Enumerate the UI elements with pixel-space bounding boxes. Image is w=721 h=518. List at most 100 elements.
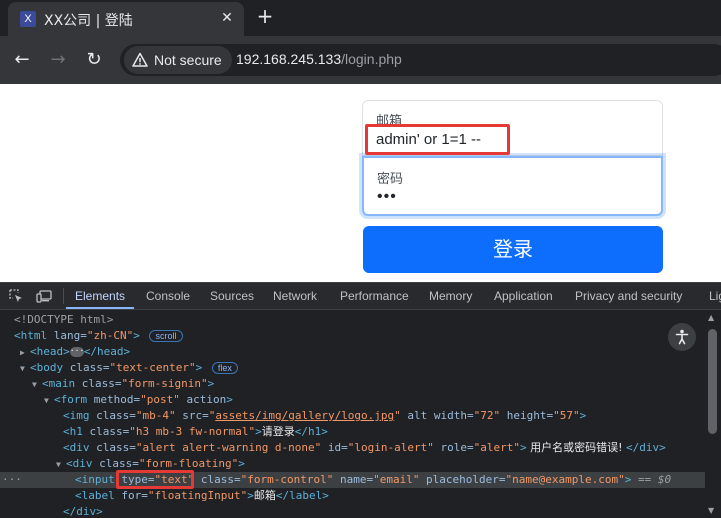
scroll-down-icon[interactable]: ▼ — [708, 506, 714, 515]
attr-name: class= — [75, 377, 122, 390]
doctype-node: <!DOCTYPE html> — [14, 313, 114, 326]
password-input-value[interactable]: ••• — [377, 188, 397, 206]
tag-name: <label — [75, 489, 115, 502]
attr-quote: " — [394, 409, 401, 422]
accessibility-button[interactable] — [668, 323, 696, 351]
collapsed-ellipsis-icon[interactable]: ··· — [69, 347, 84, 357]
dom-line[interactable]: <!DOCTYPE html> — [0, 312, 705, 328]
flex-badge[interactable]: flex — [211, 362, 238, 374]
scroll-thumb[interactable] — [708, 329, 717, 434]
reload-button[interactable]: ↻ — [82, 48, 106, 72]
attr-name: class= — [89, 409, 136, 422]
tab-privacy-security[interactable]: Privacy and security — [575, 289, 682, 303]
collapse-triangle-icon[interactable]: ▼ — [56, 457, 66, 473]
attr-name: class= — [194, 473, 241, 486]
attr-name: id= — [321, 441, 348, 454]
favicon-icon: X — [20, 11, 36, 27]
scroll-badge[interactable]: scroll — [149, 330, 183, 342]
back-button[interactable]: ← — [10, 48, 34, 72]
tab-memory[interactable]: Memory — [429, 289, 472, 303]
dom-line[interactable]: ▶ <head>···</head> — [0, 344, 705, 360]
tag-name: <body — [30, 361, 64, 374]
collapse-triangle-icon[interactable]: ▼ — [44, 393, 54, 409]
tag-name: <input — [75, 473, 115, 486]
dom-line[interactable]: <label for="floatingInput">邮箱</label> — [0, 488, 705, 504]
attr-value: "72" — [473, 409, 501, 422]
collapse-triangle-icon[interactable]: ▼ — [20, 361, 30, 377]
attr-value: "zh-CN" — [86, 329, 134, 342]
tag-end: > — [247, 489, 254, 502]
dom-line[interactable]: ▼ <body class="text-center"> flex — [0, 360, 705, 376]
dom-line[interactable]: </div> — [0, 504, 705, 518]
more-options-icon[interactable]: ··· — [2, 472, 22, 488]
forward-button[interactable]: → — [46, 48, 70, 72]
password-label: 密码 — [377, 172, 404, 187]
attr-value: "57" — [553, 409, 580, 422]
attr-name: class= — [92, 457, 139, 470]
tab-network[interactable]: Network — [273, 289, 317, 303]
tag-name: <main — [42, 377, 76, 390]
attr-name: class= — [89, 441, 136, 454]
security-indicator[interactable]: Not secure — [124, 46, 232, 74]
dom-line-selected[interactable]: ··· <input type="text" class="form-contr… — [0, 472, 705, 488]
tab-strip: X XX公司 | 登陆 ✕ + — [0, 0, 721, 36]
new-tab-button[interactable]: + — [254, 5, 276, 27]
text-node: 邮箱 — [253, 489, 276, 502]
tag-close: </head> — [83, 345, 131, 358]
dom-line[interactable]: <div class="alert alert-warning d-none" … — [0, 440, 705, 456]
attr-value: "post" — [140, 393, 180, 406]
tag-name: <html — [14, 329, 48, 342]
inspect-element-icon[interactable] — [8, 288, 24, 304]
dom-line[interactable]: ▼ <form method="post" action> — [0, 392, 705, 408]
url-path: /login.php — [341, 51, 402, 67]
selected-ref: == $0 — [631, 473, 672, 486]
tag-close: </label> — [275, 489, 329, 502]
tag-name: <div — [66, 457, 93, 470]
attr-name: action — [179, 393, 227, 406]
tab-performance[interactable]: Performance — [340, 289, 409, 303]
attr-name: class= — [82, 425, 130, 438]
url-text[interactable]: 192.168.245.133/login.php — [236, 51, 402, 67]
dom-line[interactable]: <img class="mb-4" src= "assets/img/galler… — [0, 408, 705, 424]
attr-name: name= — [333, 473, 374, 486]
attr-value: "form-floating" — [138, 457, 239, 470]
expand-triangle-icon[interactable]: ▶ — [20, 345, 30, 361]
tab-lighthouse[interactable]: Lig — [709, 289, 721, 303]
dom-line[interactable]: <html lang="zh-CN"> scroll — [0, 328, 705, 344]
dom-line[interactable]: ▼ <main class="form-signin"> — [0, 376, 705, 392]
login-button[interactable]: 登录 — [363, 226, 663, 273]
tag-name: <h1 — [63, 425, 83, 438]
accessibility-icon — [675, 329, 689, 345]
tag-name: <div — [63, 441, 90, 454]
warning-icon — [132, 52, 148, 67]
scroll-up-icon[interactable]: ▲ — [708, 313, 714, 322]
tab-sources[interactable]: Sources — [210, 289, 254, 303]
dom-line[interactable]: <h1 class="h3 mb-3 fw-normal">请登录</h1> — [0, 424, 705, 440]
tab-elements[interactable]: Elements — [75, 289, 125, 303]
attr-name: src= — [175, 409, 209, 422]
close-tab-icon[interactable]: ✕ — [218, 9, 236, 27]
attr-name: method= — [87, 393, 141, 406]
tab-console[interactable]: Console — [146, 289, 190, 303]
attr-value: "login-alert" — [347, 441, 434, 454]
dom-line[interactable]: ▼ <div class="form-floating"> — [0, 456, 705, 472]
tag-close: </h1> — [294, 425, 328, 438]
toolbar-divider — [63, 288, 64, 304]
src-link[interactable]: assets/img/gallery/logo.jpg — [215, 409, 394, 422]
tag-end: > — [579, 409, 587, 422]
tag-end: > — [207, 377, 215, 390]
attr-name: lang= — [47, 329, 87, 342]
collapse-triangle-icon[interactable]: ▼ — [32, 377, 42, 393]
browser-tab[interactable]: X XX公司 | 登陆 ✕ — [8, 2, 244, 36]
devtools-panel: Elements Console Sources Network Perform… — [0, 282, 721, 518]
address-bar[interactable]: Not secure 192.168.245.133/login.php — [120, 44, 721, 76]
browser-toolbar: ← → ↻ Not secure 192.168.245.133/login.p… — [0, 36, 721, 84]
elements-scrollbar[interactable]: ▲ ▼ — [705, 311, 721, 518]
tab-title: XX公司 | 登陆 — [44, 13, 133, 29]
attr-name: class= — [63, 361, 110, 374]
password-field[interactable]: 密码 ••• — [362, 156, 663, 216]
tab-application[interactable]: Application — [494, 289, 553, 303]
device-toolbar-icon[interactable] — [36, 288, 52, 304]
tag-close: </div> — [626, 441, 666, 454]
tag-end: > — [520, 441, 527, 454]
